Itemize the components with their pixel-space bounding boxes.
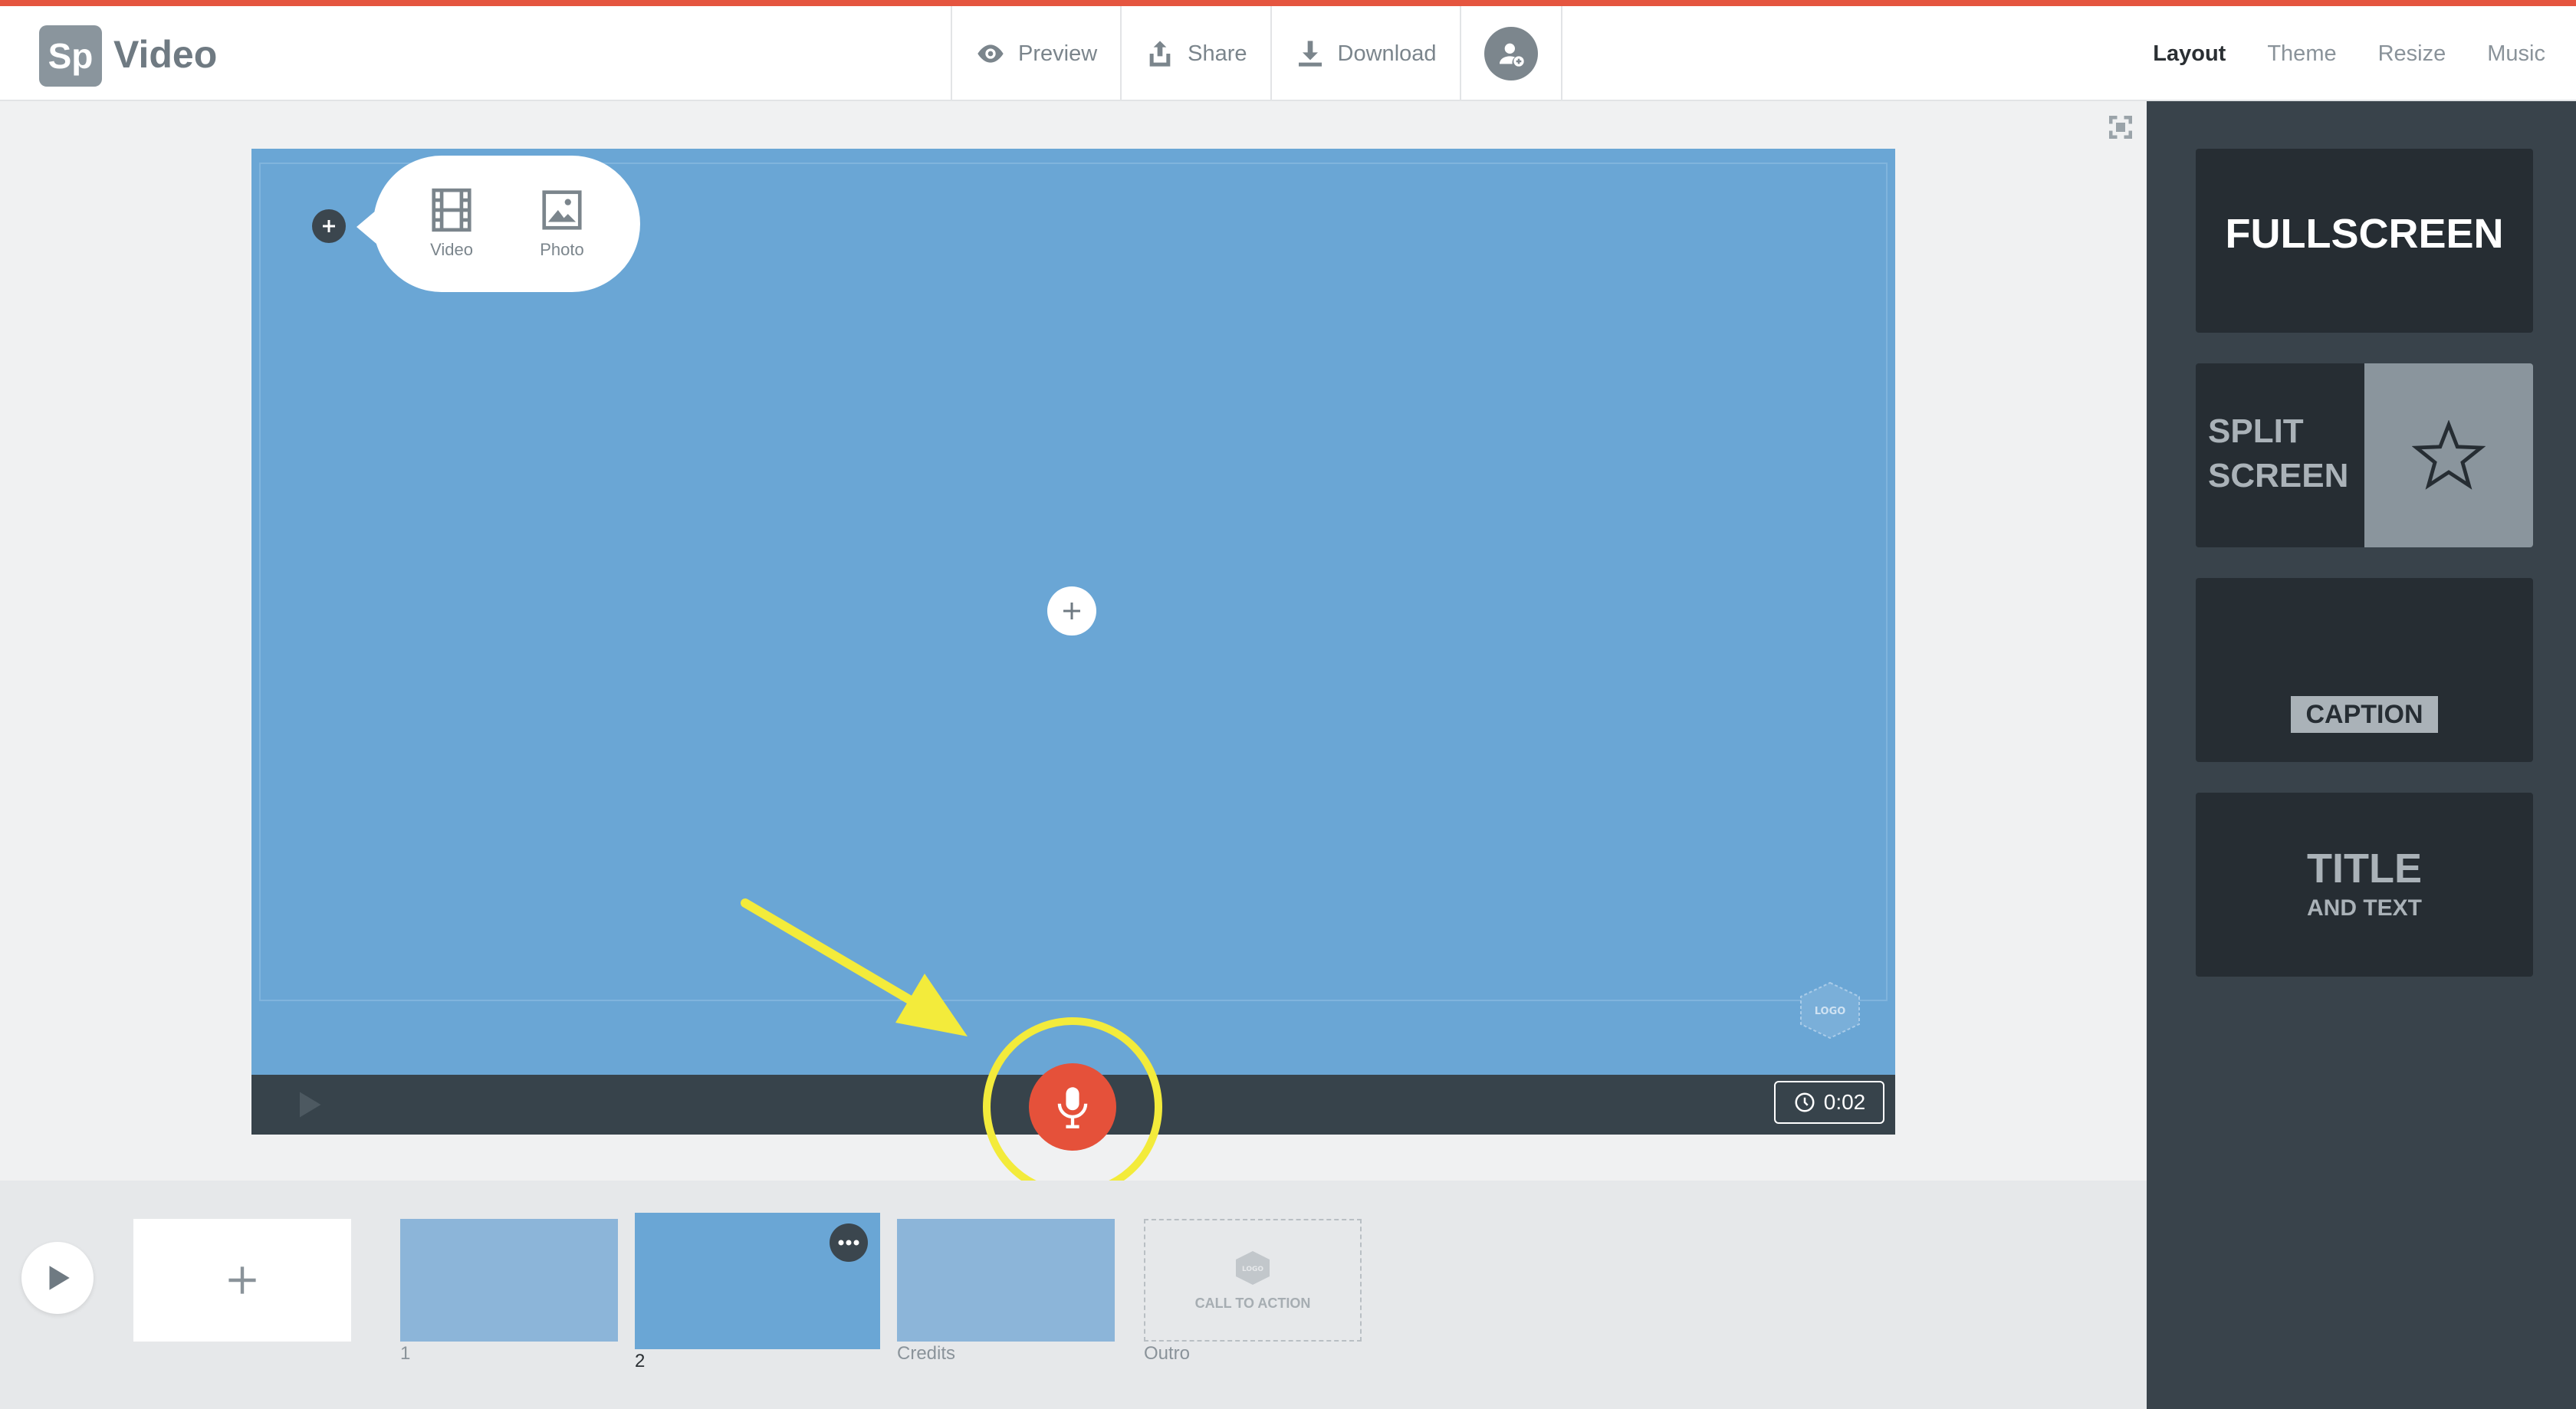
preview-label: Preview [1018, 41, 1098, 66]
add-photo-label: Photo [540, 240, 584, 259]
right-tabs: Layout Theme Resize Music [2153, 6, 2545, 101]
app-logo: Sp [39, 25, 102, 87]
toolbar: Preview Share Download [951, 6, 1562, 101]
microphone-icon [1057, 1087, 1088, 1128]
share-label: Share [1188, 41, 1247, 66]
layout-caption[interactable]: CAPTION [2196, 578, 2533, 762]
tab-music[interactable]: Music [2487, 41, 2545, 67]
split-label: SPLIT SCREEN [2208, 409, 2348, 498]
call-to-action-text: CALL TO ACTION [1194, 1295, 1311, 1311]
preview-button[interactable]: Preview [951, 6, 1120, 101]
star-icon [2412, 420, 2486, 490]
add-user-icon [1484, 27, 1538, 80]
download-button[interactable]: Download [1270, 6, 1460, 101]
layout-title-and-text[interactable]: TITLE AND TEXT [2196, 793, 2533, 977]
download-label: Download [1337, 41, 1437, 66]
invite-collaborator-button[interactable] [1459, 6, 1562, 101]
plus-icon [228, 1266, 256, 1294]
duration-text: 0:02 [1823, 1090, 1866, 1114]
photo-icon [542, 190, 582, 230]
more-icon [838, 1240, 859, 1246]
outro-logo-text: LOGO [1242, 1266, 1263, 1273]
caption-label: CAPTION [2291, 696, 2438, 733]
plus-icon [1063, 603, 1080, 619]
add-video-label: Video [430, 240, 473, 259]
expand-icon[interactable] [2107, 113, 2134, 141]
clock-icon [1795, 1092, 1815, 1112]
film-icon [432, 188, 472, 232]
timeline-clip-1[interactable] [400, 1219, 618, 1342]
play-all-button[interactable] [21, 1242, 94, 1314]
split-label-line1: SPLIT [2208, 412, 2304, 450]
tab-theme[interactable]: Theme [2267, 41, 2336, 67]
add-photo-option[interactable]: Photo [516, 186, 608, 260]
eye-icon [978, 44, 1004, 63]
share-button[interactable]: Share [1120, 6, 1270, 101]
duration-button[interactable]: 0:02 [1774, 1081, 1884, 1124]
split-text-area: SPLIT SCREEN [2196, 363, 2364, 547]
tab-resize[interactable]: Resize [2378, 41, 2446, 67]
add-slide-button[interactable] [133, 1219, 351, 1342]
logo-badge-text: LOGO [1815, 1006, 1846, 1017]
logo-badge[interactable]: LOGO [1798, 981, 1862, 1040]
layout-split-screen[interactable]: SPLIT SCREEN [2196, 363, 2533, 547]
share-icon [1149, 41, 1171, 67]
add-video-option[interactable]: Video [406, 186, 498, 260]
and-text-label: AND TEXT [2307, 895, 2422, 921]
layout-fullscreen-label: FULLSCREEN [2225, 211, 2504, 257]
clip-label-1: 1 [400, 1343, 411, 1364]
add-media-menu: Video Photo [373, 156, 640, 292]
app-name: Video [113, 33, 218, 76]
timeline-clip-credits[interactable] [897, 1219, 1115, 1342]
play-icon [49, 1266, 70, 1290]
title-label: TITLE [2307, 846, 2422, 892]
split-image-area [2364, 363, 2533, 547]
top-bar: Sp Video Preview Share Download Layout T… [0, 0, 2576, 101]
play-icon[interactable] [291, 1088, 325, 1122]
add-media-button[interactable] [312, 209, 346, 243]
add-content-button[interactable] [1047, 586, 1096, 636]
record-voice-button[interactable] [1029, 1063, 1116, 1151]
clip-label-2: 2 [635, 1351, 646, 1371]
clip-label-credits: Credits [897, 1343, 956, 1364]
split-label-line2: SCREEN [2208, 457, 2349, 494]
tab-layout[interactable]: Layout [2153, 41, 2226, 67]
download-icon [1298, 41, 1322, 67]
timeline-clip-outro[interactable]: LOGO CALL TO ACTION [1144, 1219, 1362, 1342]
logo-placeholder-icon: LOGO [1236, 1250, 1270, 1285]
clip-label-outro: Outro [1144, 1343, 1191, 1364]
plus-icon [323, 220, 335, 232]
clip-options-button[interactable] [830, 1223, 868, 1262]
layout-fullscreen[interactable]: FULLSCREEN [2196, 149, 2533, 333]
